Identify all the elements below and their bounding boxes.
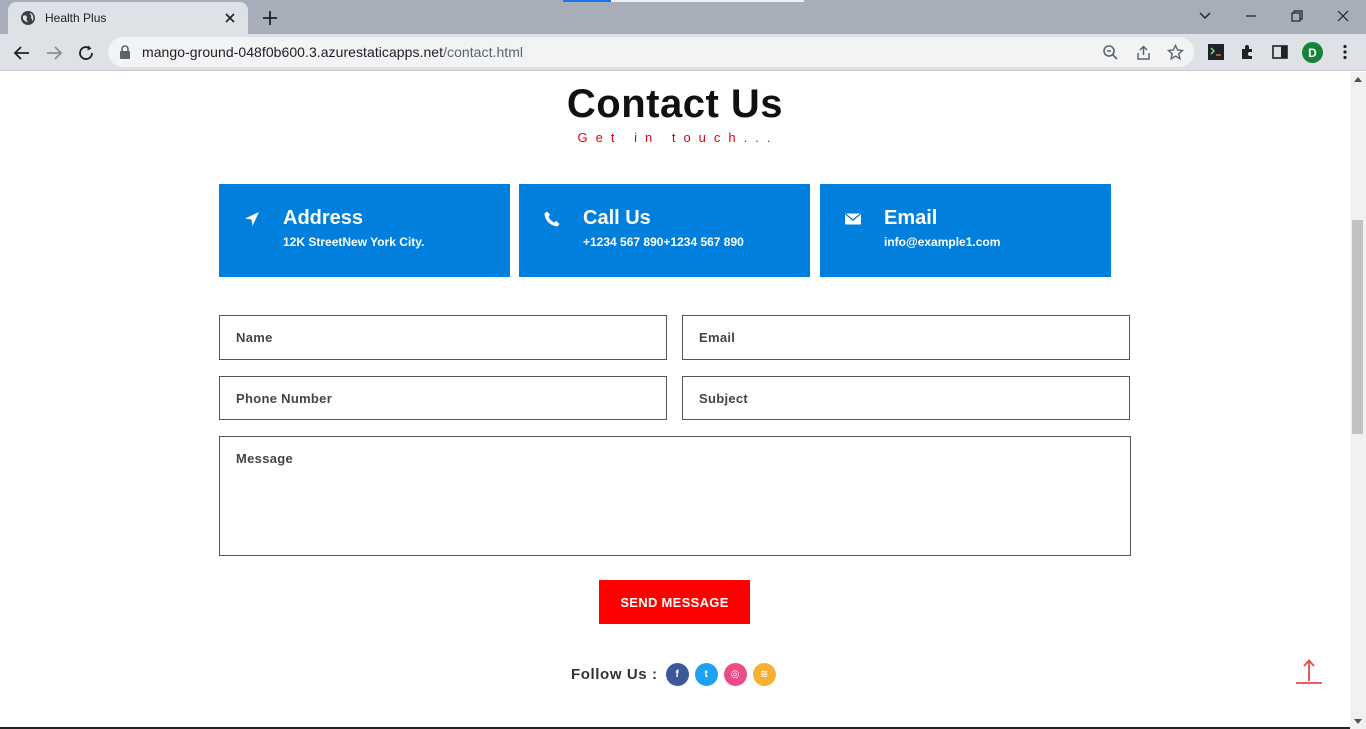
bookmark-star-icon[interactable] <box>1167 44 1184 61</box>
profile-avatar[interactable]: D <box>1302 42 1323 63</box>
chevron-down-icon <box>1199 12 1211 19</box>
follow-us: Follow Us : f t ◎ ≋ <box>571 662 782 686</box>
page-title: Contact Us <box>566 82 784 126</box>
follow-label: Follow Us : <box>571 665 658 683</box>
call-title: Call Us <box>583 207 651 229</box>
close-tab-icon[interactable] <box>222 10 238 26</box>
arrow-right-icon <box>47 46 63 60</box>
close-window-button[interactable] <box>1332 6 1354 26</box>
forward-button[interactable] <box>42 41 66 65</box>
scrollbar-thumb[interactable] <box>1352 220 1363 434</box>
call-text: +1234 567 890+1234 567 890 <box>583 235 744 249</box>
minimize-icon <box>1246 15 1256 17</box>
email-text: info@example1.com <box>884 235 1001 249</box>
subject-input[interactable] <box>682 376 1130 420</box>
page-subtitle: Get in touch... <box>577 130 779 145</box>
browser-toolbar: mango-ground-048f0b600.3.azurestaticapps… <box>0 34 1366 71</box>
facebook-icon[interactable]: f <box>665 662 689 686</box>
globe-icon <box>21 11 35 25</box>
browser-tab[interactable]: Health Plus <box>8 2 248 34</box>
email-input[interactable] <box>682 315 1130 360</box>
page-viewport: Contact Us Get in touch... Address 12K S… <box>0 72 1350 729</box>
phone-input[interactable] <box>219 376 667 420</box>
back-button[interactable] <box>10 41 34 65</box>
address-bar[interactable]: mango-ground-048f0b600.3.azurestaticapps… <box>108 37 1194 67</box>
reload-icon <box>79 45 93 60</box>
reload-button[interactable] <box>74 41 98 65</box>
loading-bar <box>563 0 611 2</box>
twitter-icon[interactable]: t <box>694 662 718 686</box>
tab-title: Health Plus <box>45 11 107 25</box>
address-card: Address 12K StreetNew York City. <box>219 184 510 277</box>
envelope-icon <box>845 213 861 225</box>
share-icon[interactable] <box>1135 44 1152 61</box>
minimize-button[interactable] <box>1240 6 1262 26</box>
url-text[interactable]: mango-ground-048f0b600.3.azurestaticapps… <box>142 44 523 60</box>
extensions-button[interactable] <box>1239 43 1259 63</box>
kebab-menu-icon <box>1343 44 1347 60</box>
send-message-button[interactable]: SEND MESSAGE <box>599 580 750 624</box>
rss-icon[interactable]: ≋ <box>752 662 776 686</box>
email-card: Email info@example1.com <box>820 184 1111 277</box>
side-panel-button[interactable] <box>1271 43 1291 63</box>
arrow-left-icon <box>13 46 29 60</box>
address-text: 12K StreetNew York City. <box>283 235 425 249</box>
scroll-up-icon[interactable] <box>1354 77 1362 82</box>
lock-icon[interactable] <box>119 45 131 59</box>
call-card: Call Us +1234 567 890+1234 567 890 <box>519 184 810 277</box>
address-title: Address <box>283 207 364 229</box>
tab-search-button[interactable] <box>1194 6 1216 26</box>
email-title: Email <box>884 207 938 229</box>
zoom-icon[interactable] <box>1102 44 1119 61</box>
message-textarea[interactable] <box>219 436 1131 556</box>
page-scrollbar[interactable] <box>1350 72 1366 729</box>
name-input[interactable] <box>219 315 667 360</box>
terminal-icon <box>1208 44 1224 60</box>
puzzle-icon <box>1242 45 1252 59</box>
location-arrow-icon <box>245 212 259 226</box>
new-tab-icon[interactable] <box>260 8 280 28</box>
browser-menu-button[interactable] <box>1336 43 1356 63</box>
scroll-to-top-icon[interactable] <box>1295 657 1323 685</box>
side-panel-icon <box>1272 45 1288 59</box>
browser-titlebar: Health Plus <box>0 0 1366 34</box>
phone-icon <box>544 211 560 227</box>
restore-button[interactable] <box>1286 6 1308 26</box>
loading-bar-track <box>611 0 804 2</box>
close-icon <box>1337 10 1349 22</box>
extension-dev-icon[interactable] <box>1207 43 1227 63</box>
restore-icon <box>1291 10 1303 22</box>
dribbble-icon[interactable]: ◎ <box>723 662 747 686</box>
scroll-down-icon[interactable] <box>1354 719 1362 724</box>
